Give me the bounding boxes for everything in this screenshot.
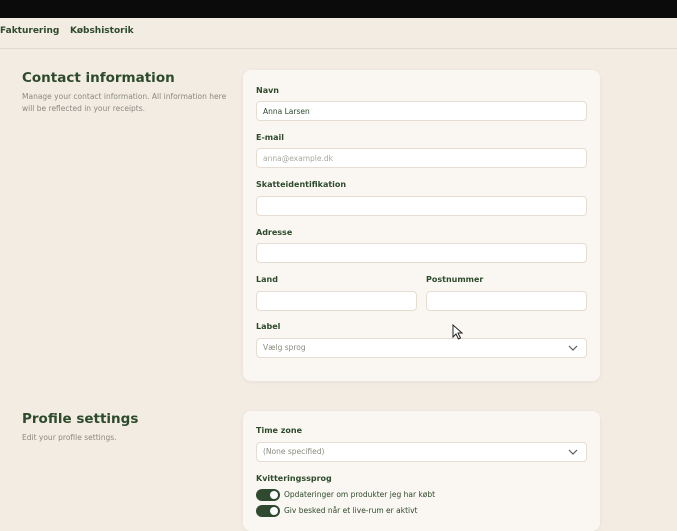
receipt-language-label: Kvitteringssprog (256, 474, 332, 483)
toggle-knob (270, 491, 278, 499)
nav-item-fakturering[interactable]: Fakturering (0, 26, 59, 36)
window-top-bar (0, 0, 677, 18)
toggle-label: Opdateringer om produkter jeg har købt (284, 490, 436, 499)
toggle-switch[interactable] (256, 489, 280, 501)
nav-item-koebshistorik[interactable]: Købshistorik (70, 26, 134, 36)
country-input[interactable] (256, 291, 417, 311)
postal-code-input[interactable] (426, 291, 587, 311)
contact-section-title: Contact information (22, 70, 175, 86)
profile-section-description: Edit your profile settings. (22, 433, 117, 442)
tax-id-input[interactable] (256, 196, 587, 216)
timezone-label: Time zone (256, 426, 303, 435)
toggle-label: Giv besked når et live-rum er aktivt (284, 506, 418, 515)
chevron-down-icon (568, 345, 578, 351)
chevron-down-icon (568, 449, 578, 455)
timezone-select[interactable]: (None specified) (256, 442, 587, 462)
top-navigation: Fakturering Købshistorik (0, 18, 677, 49)
postal-code-label: Postnummer (426, 275, 484, 284)
email-label: E-mail (256, 133, 285, 142)
tax-id-label: Skatteidentifikation (256, 180, 347, 189)
email-input[interactable] (256, 148, 587, 168)
label-select-value: Vælg sprog (263, 343, 306, 352)
label-field-label: Label (256, 322, 281, 331)
name-label: Navn (256, 86, 280, 95)
address-input[interactable] (256, 243, 587, 263)
toggle-switch[interactable] (256, 505, 280, 517)
mouse-cursor-icon (452, 324, 464, 340)
address-label: Adresse (256, 228, 293, 237)
country-label: Land (256, 275, 278, 284)
name-input[interactable] (256, 101, 587, 121)
label-select[interactable]: Vælg sprog (256, 338, 587, 358)
contact-section-description: Manage your contact information. All inf… (22, 92, 227, 113)
timezone-select-value: (None specified) (263, 447, 325, 456)
profile-section-title: Profile settings (22, 411, 139, 427)
toggle-knob (270, 507, 278, 515)
